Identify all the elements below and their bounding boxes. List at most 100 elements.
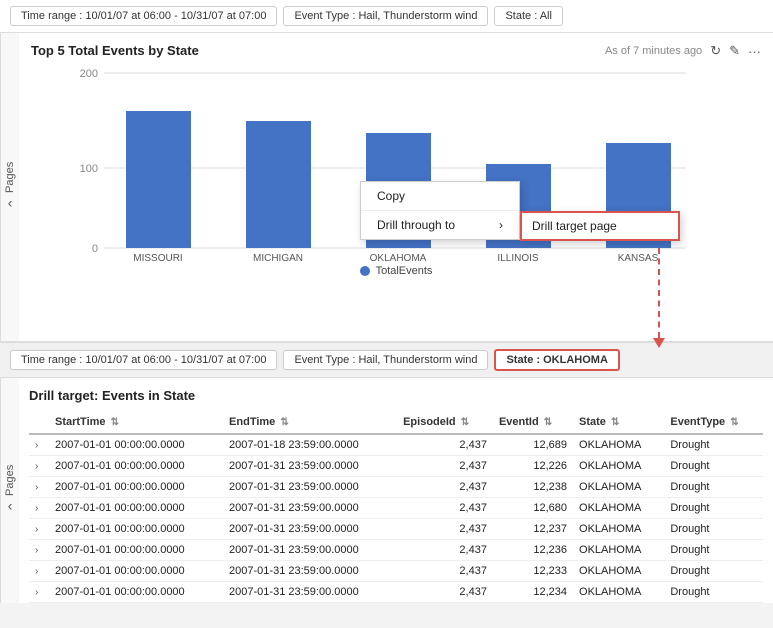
svg-text:ILLINOIS: ILLINOIS [497,253,538,263]
context-menu: Copy Drill through to › [360,181,520,240]
row-expand-7[interactable]: › [29,582,49,603]
col-eventid[interactable]: EventId ⇅ [493,411,573,434]
cell-starttime-6: 2007-01-01 00:00:00.0000 [49,561,223,582]
legend-dot [360,266,370,276]
cell-eventid-4: 12,237 [493,519,573,540]
svg-text:100: 100 [80,163,98,175]
chart-legend: TotalEvents [31,265,761,283]
col-endtime[interactable]: EndTime ⇅ [223,411,397,434]
top-filter-pill-2[interactable]: State : All [494,6,562,26]
cell-starttime-5: 2007-01-01 00:00:00.0000 [49,540,223,561]
cell-starttime-2: 2007-01-01 00:00:00.0000 [49,477,223,498]
cell-eventtype-2: Drought [664,477,763,498]
col-starttime[interactable]: StartTime ⇅ [49,411,223,434]
chart-meta: As of 7 minutes ago ↻ ✎ ··· [605,43,761,59]
cell-starttime-1: 2007-01-01 00:00:00.0000 [49,456,223,477]
table-row: › 2007-01-01 00:00:00.0000 2007-01-31 23… [29,561,763,582]
table-row: › 2007-01-01 00:00:00.0000 2007-01-31 23… [29,456,763,477]
cell-eventtype-5: Drought [664,540,763,561]
row-expand-3[interactable]: › [29,498,49,519]
cell-state-1: OKLAHOMA [573,456,664,477]
row-expand-6[interactable]: › [29,561,49,582]
col-episodeid[interactable]: EpisodeId ⇅ [397,411,493,434]
cell-eventid-5: 12,236 [493,540,573,561]
svg-text:MISSOURI: MISSOURI [133,253,182,263]
chevron-right-icon: › [499,218,503,232]
table-panel-title: Drill target: Events in State [29,388,763,403]
cell-eventtype-7: Drought [664,582,763,603]
svg-text:MICHIGAN: MICHIGAN [253,253,303,263]
cell-eventtype-4: Drought [664,519,763,540]
row-expand-5[interactable]: › [29,540,49,561]
drill-target-label[interactable]: Drill target page [532,219,617,233]
drill-submenu[interactable]: Drill target page [520,211,680,241]
cell-episodeid-2: 2,437 [397,477,493,498]
cell-endtime-0: 2007-01-18 23:59:00.0000 [223,434,397,456]
cell-starttime-7: 2007-01-01 00:00:00.0000 [49,582,223,603]
arrow-head [653,338,665,348]
top-filter-pill-0[interactable]: Time range : 10/01/07 at 06:00 - 10/31/0… [10,6,277,26]
cell-episodeid-6: 2,437 [397,561,493,582]
cell-endtime-2: 2007-01-31 23:59:00.0000 [223,477,397,498]
pages-tab-left[interactable]: › Pages [0,33,19,341]
bottom-filter-pill-1[interactable]: Event Type : Hail, Thunderstorm wind [283,350,488,370]
table-row: › 2007-01-01 00:00:00.0000 2007-01-18 23… [29,434,763,456]
top-filter-pill-1[interactable]: Event Type : Hail, Thunderstorm wind [283,6,488,26]
cell-eventid-6: 12,233 [493,561,573,582]
cell-eventid-7: 12,234 [493,582,573,603]
cell-endtime-1: 2007-01-31 23:59:00.0000 [223,456,397,477]
svg-text:0: 0 [92,243,98,255]
cell-state-4: OKLAHOMA [573,519,664,540]
pages-expand-arrow[interactable]: › [8,197,13,213]
cell-starttime-0: 2007-01-01 00:00:00.0000 [49,434,223,456]
top-filter-bar: Time range : 10/01/07 at 06:00 - 10/31/0… [0,0,773,33]
pages-label-2: Pages [4,465,16,496]
cell-eventid-3: 12,680 [493,498,573,519]
bottom-filter-pill-0[interactable]: Time range : 10/01/07 at 06:00 - 10/31/0… [10,350,277,370]
table-row: › 2007-01-01 00:00:00.0000 2007-01-31 23… [29,477,763,498]
cell-episodeid-0: 2,437 [397,434,493,456]
cell-eventid-1: 12,226 [493,456,573,477]
context-menu-drill-through[interactable]: Drill through to › [361,211,519,239]
row-expand-4[interactable]: › [29,519,49,540]
table-header-row: StartTime ⇅ EndTime ⇅ EpisodeId ⇅ EventI… [29,411,763,434]
table-row: › 2007-01-01 00:00:00.0000 2007-01-31 23… [29,498,763,519]
cell-episodeid-1: 2,437 [397,456,493,477]
cell-eventtype-3: Drought [664,498,763,519]
chart-title: Top 5 Total Events by State [31,43,199,58]
cell-state-3: OKLAHOMA [573,498,664,519]
more-icon[interactable]: ··· [748,44,761,59]
col-expand [29,411,49,434]
row-expand-1[interactable]: › [29,456,49,477]
cell-endtime-3: 2007-01-31 23:59:00.0000 [223,498,397,519]
cell-eventid-0: 12,689 [493,434,573,456]
cell-state-5: OKLAHOMA [573,540,664,561]
row-expand-0[interactable]: › [29,434,49,456]
dashed-line [658,248,660,338]
refresh-icon[interactable]: ↻ [710,43,721,59]
context-menu-copy[interactable]: Copy [361,182,519,210]
col-eventtype[interactable]: EventType ⇅ [664,411,763,434]
cell-state-7: OKLAHOMA [573,582,664,603]
table-row: › 2007-01-01 00:00:00.0000 2007-01-31 23… [29,582,763,603]
cell-endtime-6: 2007-01-31 23:59:00.0000 [223,561,397,582]
row-expand-2[interactable]: › [29,477,49,498]
pages-tab-left-2[interactable]: › Pages [0,378,19,603]
edit-icon[interactable]: ✎ [729,43,740,59]
bottom-filter-bar: Time range : 10/01/07 at 06:00 - 10/31/0… [0,343,773,378]
cell-eventtype-0: Drought [664,434,763,456]
drill-arrow [653,248,665,348]
cell-episodeid-3: 2,437 [397,498,493,519]
chart-panel: › Pages Top 5 Total Events by State As o… [0,33,773,343]
col-state[interactable]: State ⇅ [573,411,664,434]
chart-header: Top 5 Total Events by State As of 7 minu… [31,43,761,59]
cell-state-2: OKLAHOMA [573,477,664,498]
cell-episodeid-7: 2,437 [397,582,493,603]
pages-expand-arrow-2[interactable]: › [8,500,13,516]
bottom-filter-pill-state[interactable]: State : OKLAHOMA [494,349,619,371]
table-panel: › Pages Drill target: Events in State St… [0,378,773,603]
cell-episodeid-5: 2,437 [397,540,493,561]
table-area: Drill target: Events in State StartTime … [19,378,773,603]
cell-state-0: OKLAHOMA [573,434,664,456]
cell-endtime-4: 2007-01-31 23:59:00.0000 [223,519,397,540]
